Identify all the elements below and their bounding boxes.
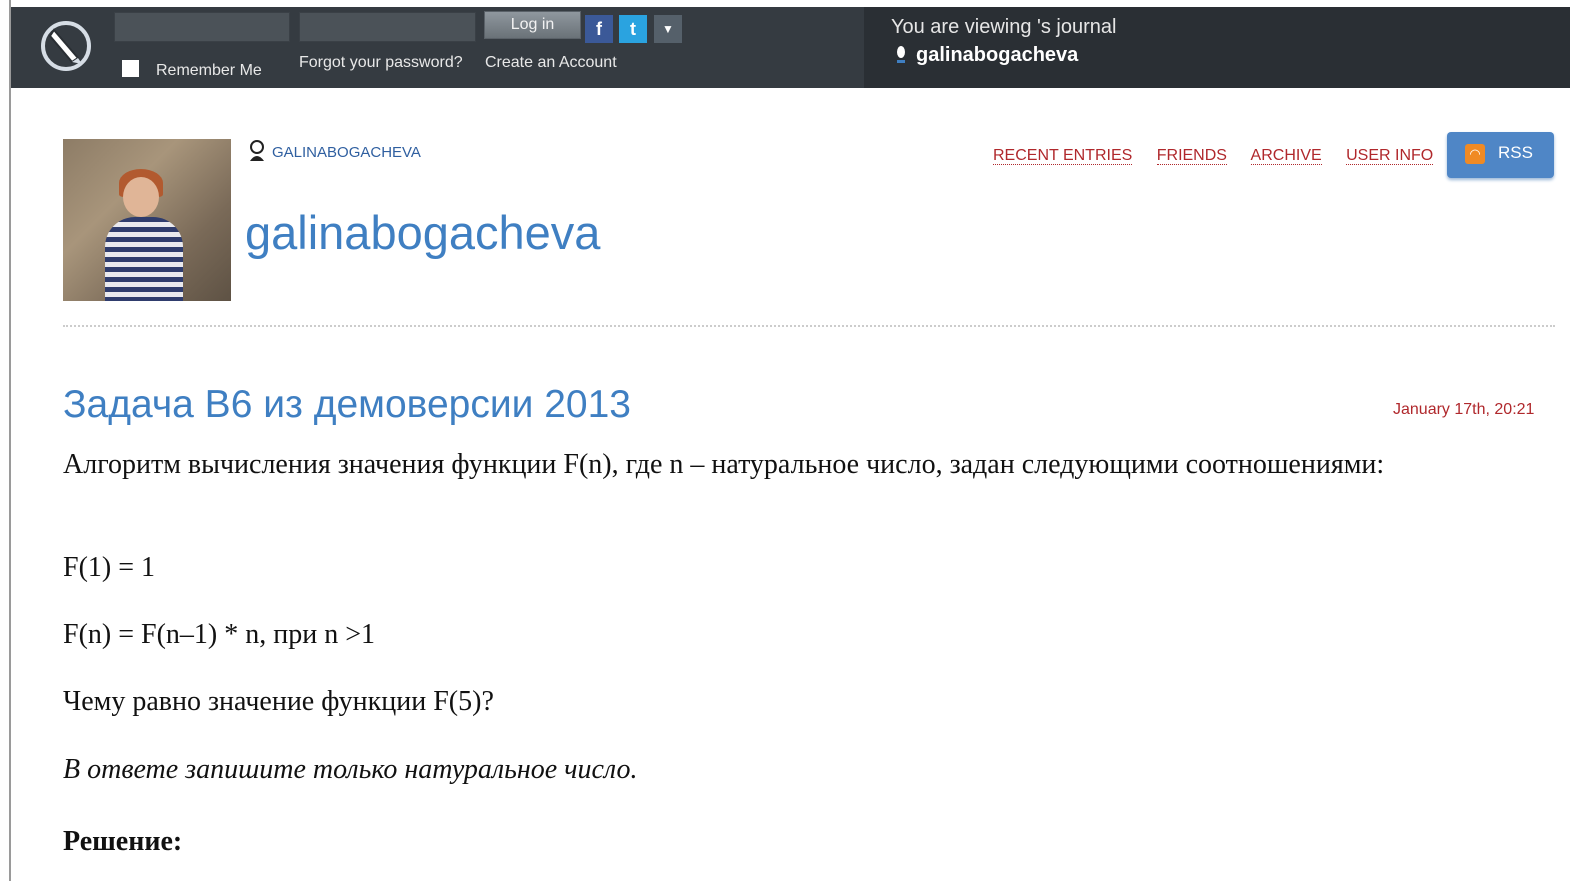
header-divider (63, 325, 1555, 327)
entry-solution-heading: Решение: (63, 826, 183, 857)
livejournal-logo-icon[interactable] (38, 18, 94, 74)
rss-label: RSS (1498, 143, 1533, 162)
facebook-icon[interactable]: f (585, 15, 613, 43)
avatar[interactable] (63, 139, 231, 301)
forgot-password-link[interactable]: Forgot your password? (299, 54, 463, 72)
user-icon (897, 46, 905, 63)
journal-nav: RECENT ENTRIES FRIENDS ARCHIVE USER INFO (993, 147, 1453, 165)
remember-me-label: Remember Me (156, 62, 262, 79)
entry-title[interactable]: Задача B6 из демоверсии 2013 (63, 383, 631, 427)
journal-user-label: GALINABOGACHEVA (272, 144, 421, 161)
journal-user-link[interactable]: GALINABOGACHEVA (248, 139, 421, 163)
twitter-icon[interactable]: t (619, 15, 647, 43)
entry-question: Чему равно значение функции F(5)? (63, 686, 494, 717)
nav-friends[interactable]: FRIENDS (1156, 147, 1227, 165)
username-field[interactable] (114, 12, 290, 42)
nav-archive[interactable]: ARCHIVE (1250, 147, 1322, 165)
window-frame (0, 0, 11, 881)
rss-icon: ◠ (1465, 144, 1485, 164)
login-button[interactable]: Log in (484, 11, 581, 39)
user-icon (250, 140, 264, 161)
entry-formula-recursive: F(n) = F(n–1) * n, при n >1 (63, 619, 375, 650)
journal-title[interactable]: galinabogacheva (245, 205, 600, 260)
viewing-user-link[interactable]: galinabogacheva (896, 44, 1078, 67)
rss-button[interactable]: ◠ RSS (1447, 132, 1554, 178)
nav-recent-entries[interactable]: RECENT ENTRIES (993, 147, 1133, 165)
nav-user-info[interactable]: USER INFO (1346, 147, 1434, 165)
viewing-username: galinabogacheva (916, 44, 1079, 66)
chevron-down-icon[interactable]: ▼ (654, 15, 682, 43)
entry-date: January 17th, 20:21 (1393, 401, 1535, 418)
create-account-link[interactable]: Create an Account (485, 54, 617, 72)
entry-formula-base: F(1) = 1 (63, 552, 156, 583)
password-field[interactable] (299, 12, 476, 42)
entry-instruction: В ответе запишите только натуральное чис… (63, 754, 638, 785)
viewing-text: You are viewing 's journal (891, 16, 1117, 38)
remember-me-checkbox[interactable] (122, 60, 139, 77)
entry-paragraph: Алгоритм вычисления значения функции F(n… (63, 449, 1385, 480)
